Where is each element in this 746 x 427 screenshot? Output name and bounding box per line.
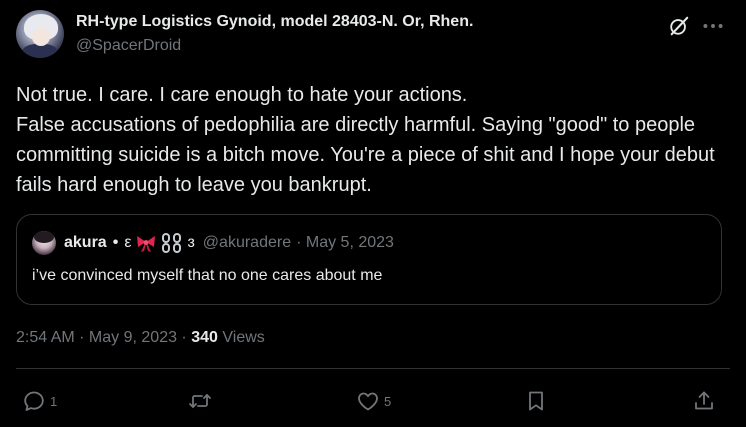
share-icon: [695, 391, 713, 410]
reply-count: 1: [50, 393, 58, 409]
views-label: Views: [222, 329, 265, 346]
like-count: 5: [384, 393, 392, 409]
chains-icon: [162, 233, 182, 253]
views-count: 340: [191, 329, 218, 346]
author-avatar[interactable]: [16, 10, 64, 58]
emoji-prefix: ε: [124, 234, 132, 251]
quoted-name-separator: •: [112, 234, 119, 251]
bookmark-button[interactable]: [524, 386, 548, 416]
tweet-header: RH-type Logistics Gynoid, model 28403-N.…: [16, 10, 730, 62]
quoted-name: akura: [64, 234, 107, 251]
tweet-text-line: False accusations of pedophilia are dire…: [16, 114, 715, 196]
retweet-icon: [189, 394, 211, 408]
quoted-text: i’ve convinced myself that no one cares …: [32, 267, 383, 284]
quoted-name-emoji: ε ɜ: [124, 233, 195, 253]
author-handle[interactable]: @SpacerDroid: [76, 37, 181, 55]
more-icon[interactable]: [700, 13, 726, 39]
like-button[interactable]: 5: [356, 386, 391, 416]
tweet-text: Not true. I care. I care enough to hate …: [16, 80, 730, 200]
divider: [16, 368, 730, 369]
quoted-date: · May 5, 2023: [296, 234, 394, 251]
emoji-suffix: ɜ: [187, 234, 195, 251]
tweet-date[interactable]: · May 9, 2023 ·: [79, 329, 187, 346]
tweet-time[interactable]: 2:54 AM: [16, 329, 75, 346]
author-display-name[interactable]: RH-type Logistics Gynoid, model 28403-N.…: [76, 13, 473, 31]
reply-icon: [24, 391, 44, 411]
like-icon: [358, 392, 378, 411]
share-button[interactable]: [692, 386, 716, 416]
tweet-meta: 2:54 AM · May 9, 2023 · 340 Views: [16, 329, 265, 347]
ribbon-icon: [137, 236, 156, 252]
action-bar: 1 5: [16, 386, 730, 416]
quoted-tweet[interactable]: akura • ε ɜ @akuradere · May 5, 2023 i’v…: [16, 214, 722, 305]
grok-icon[interactable]: [668, 15, 690, 37]
quoted-handle: @akuradere: [202, 234, 292, 251]
reply-button[interactable]: 1: [22, 386, 57, 416]
bookmark-icon: [529, 391, 543, 411]
quoted-avatar: [32, 231, 56, 255]
tweet-text-line: Not true. I care. I care enough to hate …: [16, 84, 468, 106]
quoted-header: akura • ε ɜ @akuradere · May 5, 2023: [64, 233, 394, 253]
retweet-button[interactable]: [188, 386, 216, 416]
